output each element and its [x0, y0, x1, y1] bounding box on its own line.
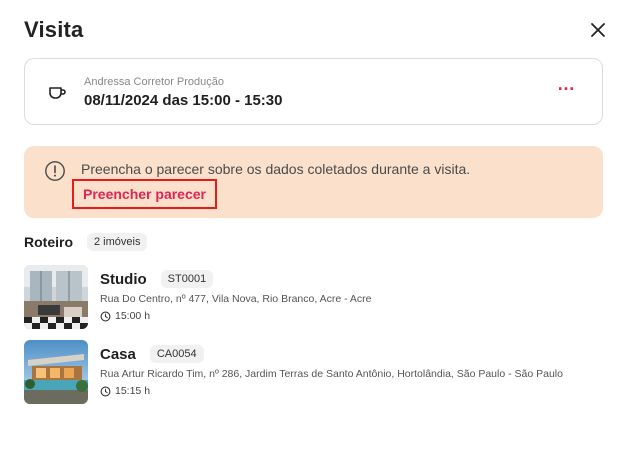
more-dots-icon: …	[557, 74, 576, 94]
modal-header: Visita	[24, 14, 606, 46]
property-thumbnail	[24, 265, 88, 329]
property-code-badge: ST0001	[160, 270, 214, 288]
alert-circle-icon	[44, 160, 66, 182]
clock-icon	[100, 311, 111, 321]
close-icon	[591, 23, 605, 37]
list-item[interactable]: Casa CA0054 Rua Artur Ricardo Tim, nº 28…	[24, 340, 614, 404]
property-count-badge: 2 imóveis	[87, 233, 148, 251]
more-options-button[interactable]: …	[557, 74, 576, 95]
property-info: Casa CA0054 Rua Artur Ricardo Tim, nº 28…	[100, 340, 563, 404]
property-name: Studio	[100, 270, 147, 288]
property-time: 15:15 h	[100, 385, 563, 397]
property-thumbnail	[24, 340, 88, 404]
coffee-cup-icon	[47, 81, 69, 103]
property-address: Rua Artur Ricardo Tim, nº 286, Jardim Te…	[100, 368, 563, 380]
visit-info: Andressa Corretor Produção 08/11/2024 da…	[84, 75, 557, 109]
property-time: 15:00 h	[100, 310, 372, 322]
property-code-badge: CA0054	[149, 345, 204, 363]
visit-card: Andressa Corretor Produção 08/11/2024 da…	[24, 58, 603, 125]
itinerary-label: Roteiro	[24, 234, 73, 250]
feedback-notice: Preencha o parecer sobre os dados coleta…	[24, 146, 603, 218]
visit-time: 15:15 h	[115, 385, 151, 397]
clock-icon	[100, 386, 111, 396]
property-name: Casa	[100, 345, 136, 363]
agent-name: Andressa Corretor Produção	[84, 75, 225, 88]
notice-message: Preencha o parecer sobre os dados coleta…	[81, 161, 471, 177]
property-info: Studio ST0001 Rua Do Centro, nº 477, Vil…	[100, 265, 372, 329]
visit-datetime: 08/11/2024 das 15:00 - 15:30	[84, 91, 283, 109]
page-title: Visita	[24, 17, 84, 42]
itinerary-header: Roteiro 2 imóveis	[24, 233, 148, 251]
list-item[interactable]: Studio ST0001 Rua Do Centro, nº 477, Vil…	[24, 265, 614, 329]
property-address: Rua Do Centro, nº 477, Vila Nova, Rio Br…	[100, 293, 372, 305]
close-button[interactable]	[587, 19, 609, 41]
visit-time: 15:00 h	[115, 310, 151, 322]
fill-feedback-link[interactable]: Preencher parecer	[72, 179, 217, 209]
